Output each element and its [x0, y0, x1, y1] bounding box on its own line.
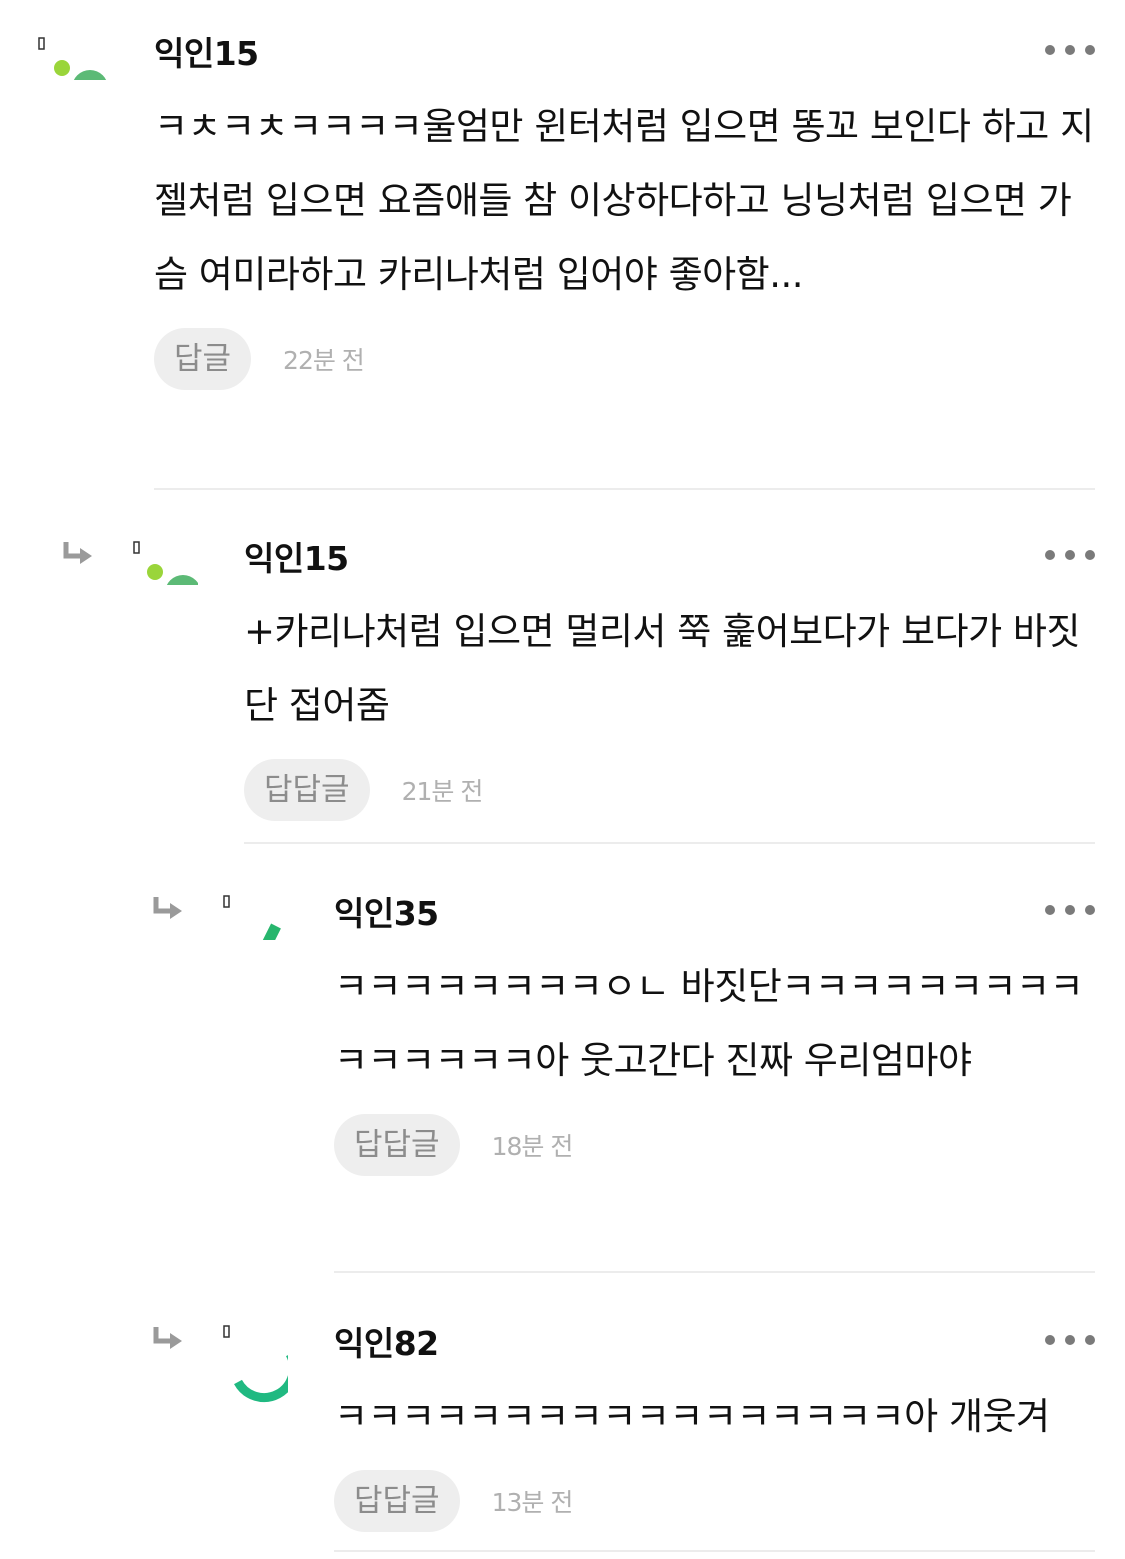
comment-author[interactable]: 익인15 [154, 34, 1095, 74]
reply-button[interactable]: 답글 [154, 328, 252, 390]
comment-4: 익인82 ㅋㅋㅋㅋㅋㅋㅋㅋㅋㅋㅋㅋㅋㅋㅋㅋㅋ아 개웃겨 답답글 13분 전 [152, 1290, 1095, 1555]
more-options-button[interactable] [1045, 1328, 1095, 1352]
avatar-arc-icon[interactable] [208, 1290, 288, 1410]
dot-icon [1045, 1335, 1055, 1345]
divider [244, 842, 1095, 844]
comment-time: 13분 전 [491, 1488, 574, 1517]
dot-icon [1045, 550, 1055, 560]
comment-time: 21분 전 [401, 777, 484, 806]
dot-icon [1085, 45, 1095, 55]
more-options-button[interactable] [1045, 898, 1095, 922]
dot-icon [1065, 45, 1075, 55]
reply-button[interactable]: 답답글 [244, 759, 370, 821]
dot-icon [1085, 550, 1095, 560]
comment-time: 22분 전 [283, 346, 365, 375]
comment-2: 익인15 +카리나처럼 입으면 멀리서 쭉 훑어보다가 보다가 바짓단 접어줌 … [62, 505, 1095, 845]
comment-3: 익인35 ㅋㅋㅋㅋㅋㅋㅋㅋㅇㄴ 바짓단ㅋㅋㅋㅋㅋㅋㅋㅋㅋㅋㅋㅋㅋㅋㅋ아 웃고간다… [152, 860, 1095, 1270]
dot-icon [1045, 905, 1055, 915]
comment-1: 익인15 ㅋㅊㅋㅊㅋㅋㅋㅋ울엄만 윈터처럼 입으면 똥꼬 보인다 하고 지젤처럼… [30, 0, 1095, 490]
comment-time: 18분 전 [491, 1132, 574, 1161]
comment-text: +카리나처럼 입으면 멀리서 쭉 훑어보다가 보다가 바짓단 접어줌 [244, 610, 1080, 727]
reply-arrow-icon [153, 897, 182, 919]
dot-icon [1065, 1335, 1075, 1345]
avatar-dots-icon[interactable] [30, 0, 110, 80]
dot-icon [1065, 905, 1075, 915]
dot-icon [1085, 1335, 1095, 1345]
comment-text: ㅋㅋㅋㅋㅋㅋㅋㅋㅋㅋㅋㅋㅋㅋㅋㅋㅋ아 개웃겨 [334, 1395, 1050, 1438]
divider [154, 488, 1095, 490]
reply-arrow-icon [63, 542, 92, 564]
avatar-dots-icon[interactable] [118, 505, 198, 585]
comment-author[interactable]: 익인15 [244, 539, 1095, 579]
comment-author[interactable]: 익인35 [334, 894, 1095, 934]
more-options-button[interactable] [1045, 543, 1095, 567]
reply-arrow-icon [153, 1327, 182, 1349]
comment-text: ㅋㅋㅋㅋㅋㅋㅋㅋㅇㄴ 바짓단ㅋㅋㅋㅋㅋㅋㅋㅋㅋㅋㅋㅋㅋㅋㅋ아 웃고간다 진짜 우… [334, 965, 1084, 1082]
divider [334, 1550, 1095, 1552]
comment-author[interactable]: 익인82 [334, 1324, 1095, 1364]
dot-icon [1085, 905, 1095, 915]
reply-button[interactable]: 답답글 [334, 1470, 460, 1532]
comment-text: ㅋㅊㅋㅊㅋㅋㅋㅋ울엄만 윈터처럼 입으면 똥꼬 보인다 하고 지젤처럼 입으면 … [154, 105, 1094, 296]
avatar-stroke-icon[interactable] [208, 860, 288, 940]
more-options-button[interactable] [1045, 38, 1095, 62]
reply-button[interactable]: 답답글 [334, 1114, 460, 1176]
dot-icon [1065, 550, 1075, 560]
divider [334, 1271, 1095, 1273]
dot-icon [1045, 45, 1055, 55]
